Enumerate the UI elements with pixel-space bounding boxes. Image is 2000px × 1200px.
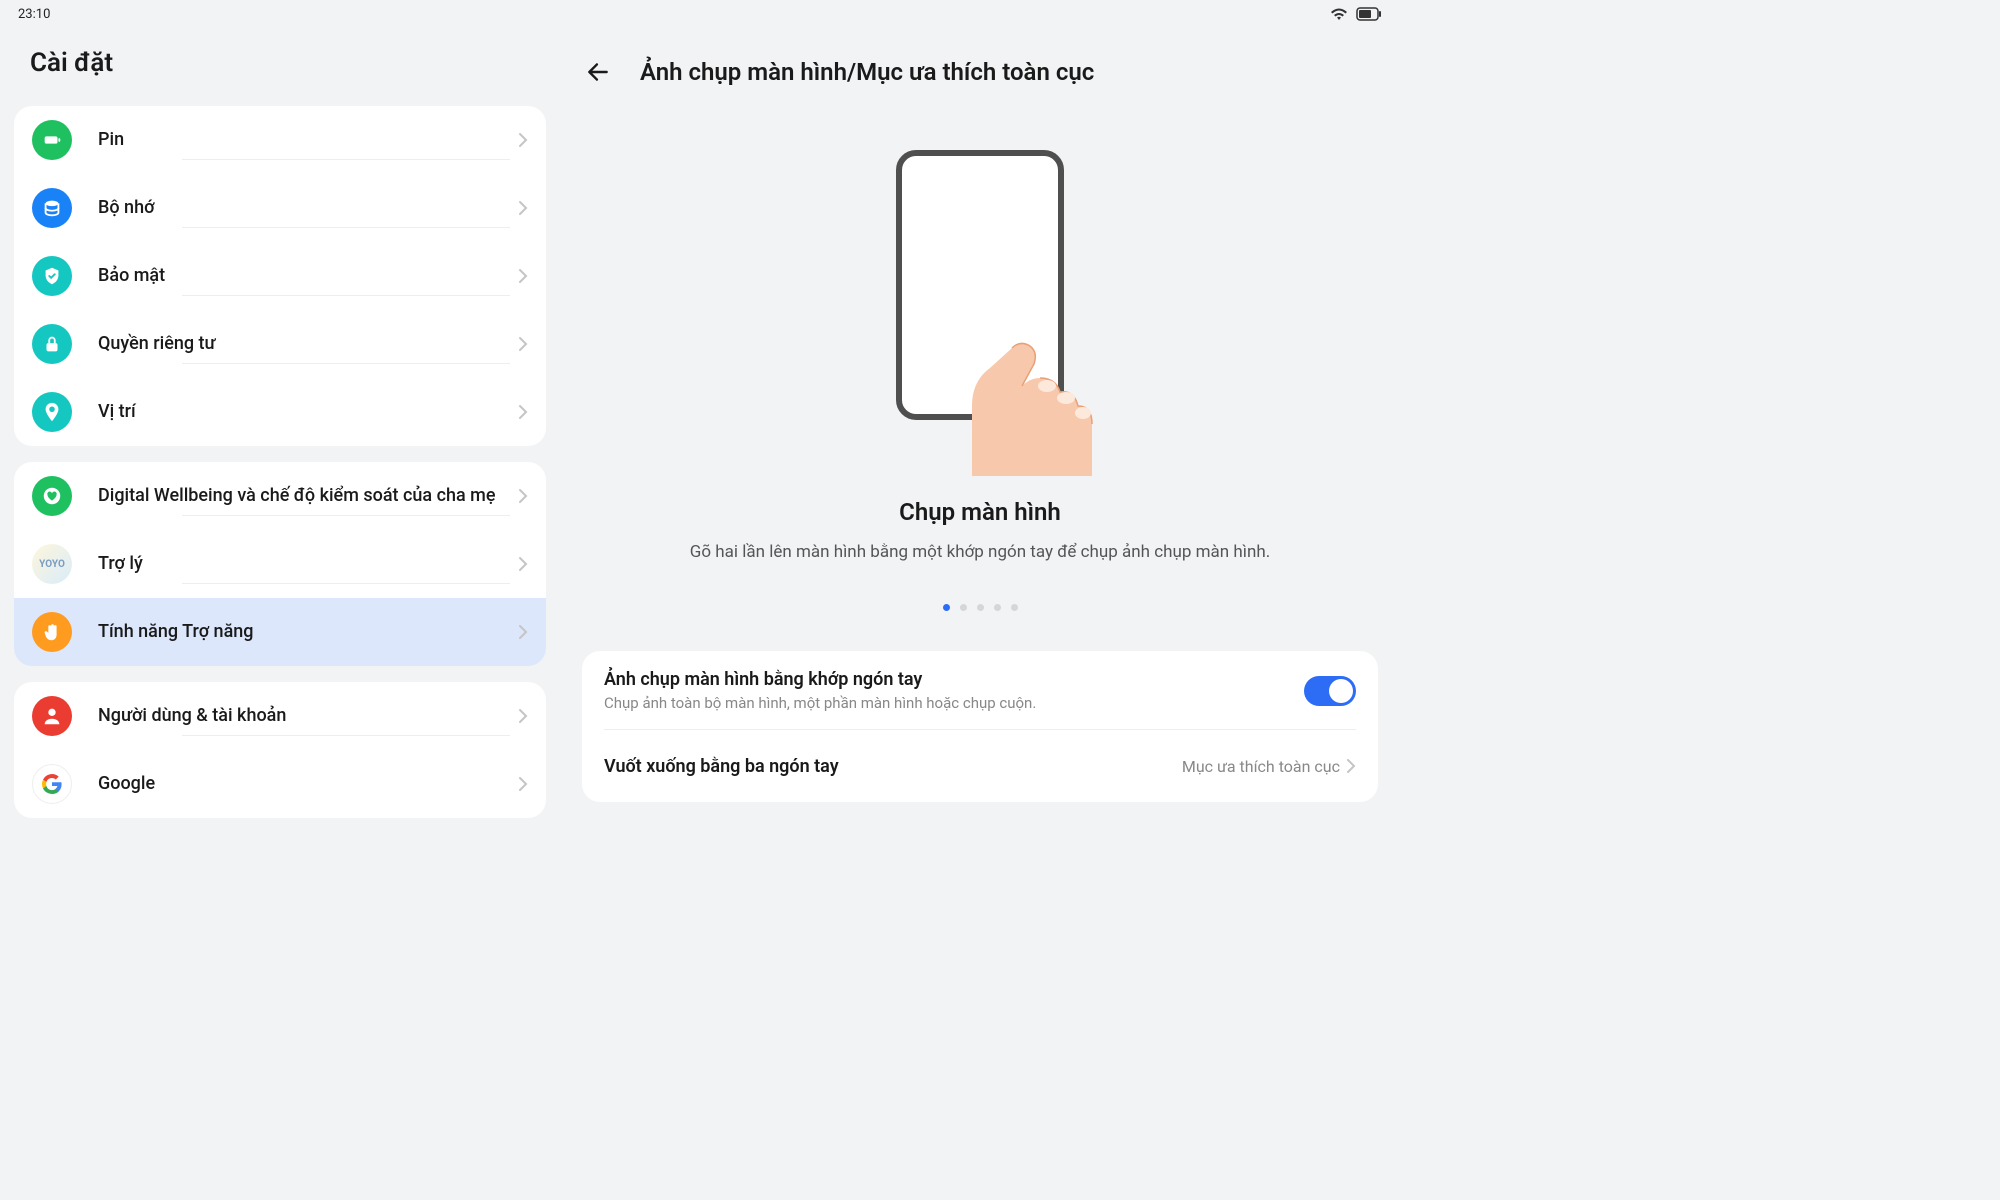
sidebar-item-wellbeing[interactable]: Digital Wellbeing và chế độ kiểm soát củ…: [14, 462, 546, 530]
detail-pane: Ảnh chụp màn hình/Mục ưa thích toàn cục …: [560, 28, 1400, 840]
users-icon: [32, 696, 72, 736]
sidebar-item-accessibility[interactable]: Tính năng Trợ năng: [14, 598, 546, 666]
chevron-right-icon: [518, 488, 528, 504]
page-dot[interactable]: [960, 604, 967, 611]
back-button[interactable]: [582, 56, 614, 88]
sidebar-item-location[interactable]: Vị trí: [14, 378, 546, 446]
gesture-illustration: Chụp màn hình Gõ hai lần lên màn hình bằ…: [582, 112, 1378, 631]
arrow-left-icon: [585, 59, 611, 85]
page-dot[interactable]: [994, 604, 1001, 611]
sidebar-item-label: Vị trí: [98, 400, 148, 423]
chevron-right-icon: [518, 268, 528, 284]
chevron-right-icon: [518, 776, 528, 792]
google-icon: [32, 764, 72, 804]
sidebar: Cài đặt Pin Bộ nhớ Bảo mật Quyền riêng tư Vị…: [0, 28, 560, 840]
setting-title: Ảnh chụp màn hình bằng khớp ngón tay: [604, 669, 1304, 690]
setting-row-1[interactable]: Vuốt xuống bằng ba ngón tayMục ưa thích …: [582, 730, 1378, 802]
location-icon: [32, 392, 72, 432]
setting-subtitle: Chụp ảnh toàn bộ màn hình, một phần màn …: [604, 694, 1304, 712]
settings-card: Ảnh chụp màn hình bằng khớp ngón tay Chụp…: [582, 651, 1378, 802]
sidebar-item-privacy[interactable]: Quyền riêng tư: [14, 310, 546, 378]
chevron-right-icon: [518, 404, 528, 420]
setting-row-0[interactable]: Ảnh chụp màn hình bằng khớp ngón tay Chụp…: [582, 651, 1378, 730]
sidebar-item-users[interactable]: Người dùng & tài khoản: [14, 682, 546, 750]
sidebar-item-label: Tính năng Trợ năng: [98, 620, 266, 643]
battery-icon: [1356, 7, 1382, 21]
chevron-right-icon: [518, 132, 528, 148]
hand-icon: [942, 286, 1112, 476]
sidebar-item-label: Người dùng & tài khoản: [98, 704, 298, 727]
status-bar: 23:10: [0, 0, 1400, 28]
storage-icon: [32, 188, 72, 228]
wellbeing-icon: [32, 476, 72, 516]
chevron-right-icon: [518, 708, 528, 724]
sidebar-item-google[interactable]: Google: [14, 750, 546, 818]
status-time: 23:10: [18, 7, 50, 22]
page-indicator: [943, 604, 1018, 611]
sidebar-item-label: Bảo mật: [98, 264, 177, 287]
sidebar-item-pin[interactable]: Pin: [14, 106, 546, 174]
page-dot[interactable]: [943, 604, 950, 611]
phone-frame-icon: [896, 150, 1064, 420]
chevron-right-icon: [1346, 758, 1356, 774]
accessibility-icon: [32, 612, 72, 652]
sidebar-item-label: Trợ lý: [98, 552, 155, 575]
illustration-desc: Gõ hai lần lên màn hình bằng một khớp ng…: [690, 542, 1270, 562]
privacy-icon: [32, 324, 72, 364]
page-dot[interactable]: [1011, 604, 1018, 611]
sidebar-item-label: Digital Wellbeing và chế độ kiểm soát củ…: [98, 484, 507, 507]
detail-title: Ảnh chụp màn hình/Mục ưa thích toàn cục: [640, 58, 1094, 86]
wifi-icon: [1330, 7, 1348, 21]
chevron-right-icon: [518, 200, 528, 216]
illustration-title: Chụp màn hình: [899, 498, 1061, 526]
toggle-switch[interactable]: [1304, 676, 1356, 706]
chevron-right-icon: [518, 624, 528, 640]
pin-icon: [32, 120, 72, 160]
page-dot[interactable]: [977, 604, 984, 611]
sidebar-item-security[interactable]: Bảo mật: [14, 242, 546, 310]
setting-value: Mục ưa thích toàn cục: [1182, 757, 1356, 776]
chevron-right-icon: [518, 556, 528, 572]
chevron-right-icon: [518, 336, 528, 352]
sidebar-item-storage[interactable]: Bộ nhớ: [14, 174, 546, 242]
assistant-icon: YOYO: [32, 544, 72, 584]
setting-title: Vuốt xuống bằng ba ngón tay: [604, 756, 1182, 777]
security-icon: [32, 256, 72, 296]
sidebar-title: Cài đặt: [14, 28, 546, 106]
sidebar-item-label: Bộ nhớ: [98, 196, 166, 219]
sidebar-item-label: Quyền riêng tư: [98, 332, 228, 355]
sidebar-item-label: Pin: [98, 128, 136, 151]
sidebar-item-label: Google: [98, 772, 167, 795]
sidebar-item-assistant[interactable]: YOYO Trợ lý: [14, 530, 546, 598]
